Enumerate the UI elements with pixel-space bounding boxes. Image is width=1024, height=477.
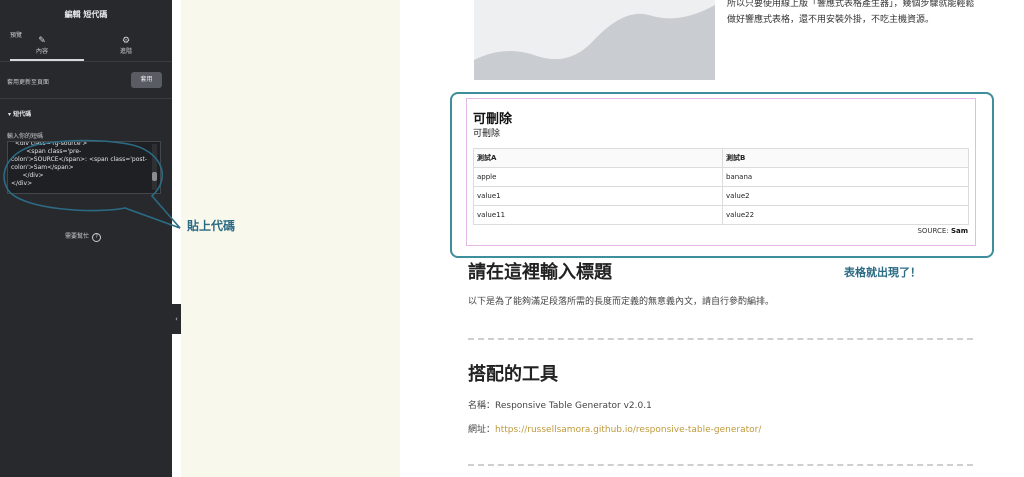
image-placeholder-graphic: [474, 5, 715, 80]
table-cell: apple: [473, 167, 723, 187]
table-source: SOURCE: Sam: [880, 227, 968, 235]
dashed-divider: [468, 338, 973, 340]
tab-content-label: 內容: [35, 48, 48, 55]
code-input-label: 輸入你的短碼: [7, 133, 44, 140]
data-table: 測試A 測試B apple banana value1 value2 value…: [473, 148, 969, 225]
tab-divider: [0, 61, 172, 62]
section-divider: [0, 98, 172, 99]
pencil-icon: ✎: [38, 36, 46, 46]
gear-icon: ⚙: [121, 36, 131, 46]
collapse-panel-button[interactable]: ‹: [172, 304, 181, 334]
header-cell: 測試A: [473, 148, 723, 168]
help-link[interactable]: 需要幫忙?: [65, 231, 102, 242]
table-row: value1 value2: [473, 186, 969, 206]
table-subtitle: 可刪除: [473, 129, 501, 139]
heading-placeholder: 請在這裡輸入標題: [468, 262, 612, 283]
panel-title: 編輯 短代碼: [64, 10, 108, 19]
section-header[interactable]: ▾ 短代碼: [8, 109, 31, 118]
tool-url-line: 網址：https://russellsamora.github.io/respo…: [468, 422, 761, 435]
table-title: 可刪除: [473, 112, 513, 127]
tab-content[interactable]: ✎ 內容: [2, 36, 82, 55]
caret-down-icon: ▾: [8, 111, 12, 118]
source-value: Sam: [950, 227, 968, 235]
textarea-scrollbar-track[interactable]: [152, 144, 157, 190]
table-row: apple banana: [473, 167, 969, 187]
apply-label: 套用更新至頁面: [7, 79, 50, 86]
table-header-row: 測試A 測試B: [473, 148, 969, 168]
callout-text: 貼上代碼: [187, 219, 236, 233]
table-cell: value2: [722, 186, 969, 206]
help-label: 需要幫忙: [65, 233, 90, 240]
tab-advanced[interactable]: ⚙ 進階: [86, 36, 166, 55]
textarea-scrollbar-thumb[interactable]: [152, 172, 157, 181]
canvas-margin: [181, 0, 400, 477]
dashed-divider: [468, 464, 973, 466]
table-cell: value22: [722, 205, 969, 225]
source-label: SOURCE:: [917, 227, 949, 235]
shortcode-textarea[interactable]: <div class='rg-source'> <span class='pre…: [7, 141, 161, 194]
editor-panel: 編輯 短代碼 預覽 ✎ 內容 ⚙ 進階 套用更新至頁面 套用 ▾ 短代碼 輸入你…: [0, 0, 172, 477]
image-placeholder: [474, 0, 715, 80]
table-cell: value1: [473, 186, 723, 206]
tool-url-link[interactable]: https://russellsamora.github.io/responsi…: [495, 425, 761, 435]
question-icon: ?: [92, 233, 102, 242]
tab-advanced-label: 進階: [119, 48, 132, 55]
table-cell: banana: [722, 167, 969, 187]
table-cell: value11: [473, 205, 723, 225]
shortcode-textarea-value: <div class='rg-source'> <span class='pre…: [11, 141, 148, 187]
heading-tools: 搭配的工具: [468, 364, 558, 385]
section-header-label: 短代碼: [13, 111, 32, 118]
annotation-table-appears: 表格就出現了！: [844, 266, 921, 279]
intro-paragraph: 所以只要使用線上版「響應式表格產生器」，幾個步驟就能輕鬆做好響應式表格，還不用安…: [727, 0, 975, 25]
header-cell: 測試B: [722, 148, 969, 168]
table-row: value11 value22: [473, 205, 969, 225]
chevron-left-icon: ‹: [175, 315, 178, 323]
apply-button[interactable]: 套用: [131, 72, 162, 88]
tool-url-label: 網址：: [468, 425, 496, 435]
tool-name: 名稱：Responsive Table Generator v2.0.1: [468, 401, 652, 411]
body-paragraph: 以下是為了能夠滿足段落所需的長度而定義的無意義內文，請自行參酌編排。: [468, 297, 775, 307]
